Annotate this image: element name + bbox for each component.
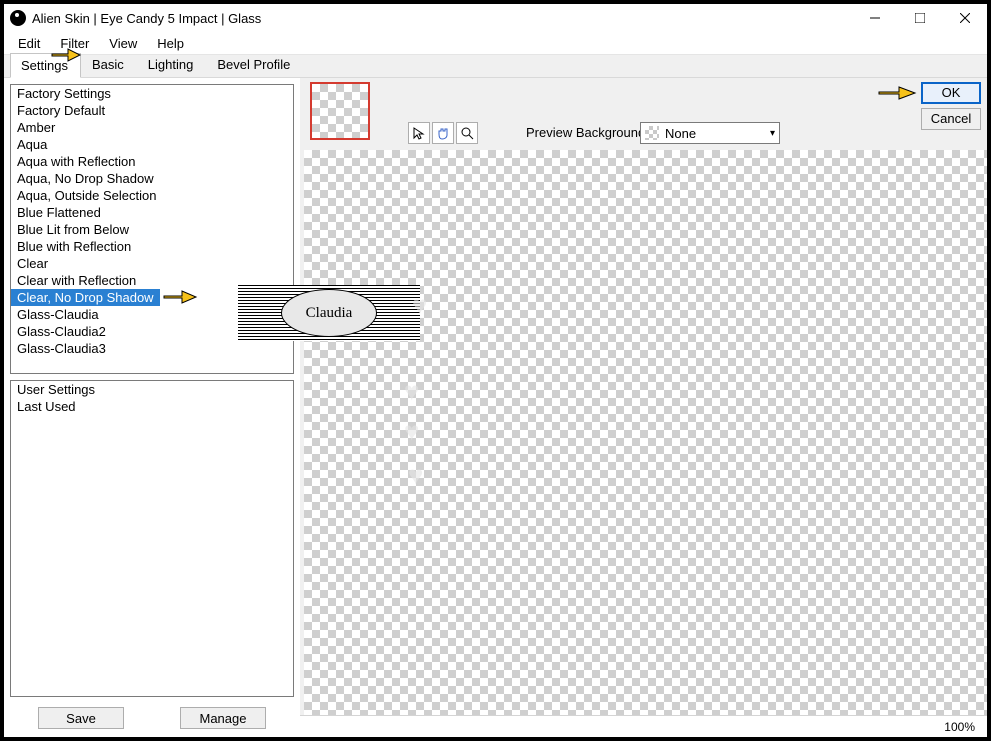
ok-button-label: OK (942, 85, 961, 100)
watermark: Claudia (238, 285, 420, 341)
list-item[interactable]: Clear (11, 255, 293, 272)
pointing-hand-icon (50, 44, 86, 71)
list-item[interactable]: Blue Flattened (11, 204, 293, 221)
list-item[interactable]: Blue with Reflection (11, 238, 293, 255)
maximize-button[interactable] (897, 4, 942, 32)
list-item[interactable]: Blue Lit from Below (11, 221, 293, 238)
list-item[interactable]: Glass-Claudia3 (11, 340, 293, 357)
status-bar: 100% (300, 715, 987, 737)
minimize-button[interactable] (852, 4, 897, 32)
title-bar: Alien Skin | Eye Candy 5 Impact | Glass (4, 4, 987, 32)
user-settings-list[interactable]: User Settings Last Used (10, 380, 294, 697)
list-item[interactable]: Last Used (11, 398, 293, 415)
heart-icon: ♥ (408, 460, 423, 491)
settings-panel: Factory Settings Factory Default Amber A… (4, 78, 300, 737)
preview-background-select[interactable]: None ▾ (640, 122, 780, 144)
list-item[interactable]: Factory Default (11, 102, 293, 119)
pointing-hand-icon (162, 287, 202, 307)
preview-thumbnail[interactable] (310, 82, 370, 140)
tab-row: Settings Basic Lighting Bevel Profile (4, 54, 987, 78)
tab-lighting[interactable]: Lighting (137, 52, 207, 77)
pointing-hand-icon (877, 82, 921, 104)
watermark-text: Claudia (281, 289, 377, 337)
chevron-down-icon: ▾ (770, 128, 775, 139)
zoom-level: 100% (944, 720, 975, 734)
close-button[interactable] (942, 4, 987, 32)
heart-icon: ♥ (404, 416, 419, 447)
list-item[interactable]: Aqua, Outside Selection (11, 187, 293, 204)
hand-tool-icon[interactable] (432, 122, 454, 144)
cancel-button[interactable]: Cancel (921, 108, 981, 130)
checker-swatch-icon (645, 126, 659, 140)
manage-button[interactable]: Manage (180, 707, 266, 729)
list-item[interactable]: Aqua (11, 136, 293, 153)
list-item[interactable]: Aqua with Reflection (11, 153, 293, 170)
preview-area: Preview Background: None ▾ OK Cancel (300, 78, 987, 737)
list-item-label: Clear, No Drop Shadow (17, 290, 154, 305)
list-item[interactable]: Amber (11, 119, 293, 136)
preview-background-value: None (665, 126, 696, 141)
preview-background-label: Preview Background: (526, 125, 649, 140)
list-item[interactable]: User Settings (11, 381, 293, 398)
heart-icon: ♥ (412, 290, 427, 321)
zoom-tool-icon[interactable] (456, 122, 478, 144)
list-item-selected[interactable]: Clear, No Drop Shadow (11, 289, 160, 306)
menu-edit[interactable]: Edit (8, 34, 50, 53)
tab-basic[interactable]: Basic (81, 52, 137, 77)
app-icon (10, 10, 26, 26)
menu-view[interactable]: View (99, 34, 147, 53)
tab-bevel-profile[interactable]: Bevel Profile (206, 52, 303, 77)
list-item[interactable]: Aqua, No Drop Shadow (11, 170, 293, 187)
preview-canvas[interactable]: Claudia ♥ ♥ ♥ ♥ (304, 150, 987, 715)
ok-button[interactable]: OK (921, 82, 981, 104)
window-title: Alien Skin | Eye Candy 5 Impact | Glass (32, 11, 261, 26)
heart-icon: ♥ (404, 376, 419, 407)
menu-bar: Edit Filter View Help (4, 32, 987, 54)
pointer-tool-icon[interactable] (408, 122, 430, 144)
list-header: Factory Settings (11, 85, 293, 102)
menu-help[interactable]: Help (147, 34, 194, 53)
save-button[interactable]: Save (38, 707, 124, 729)
